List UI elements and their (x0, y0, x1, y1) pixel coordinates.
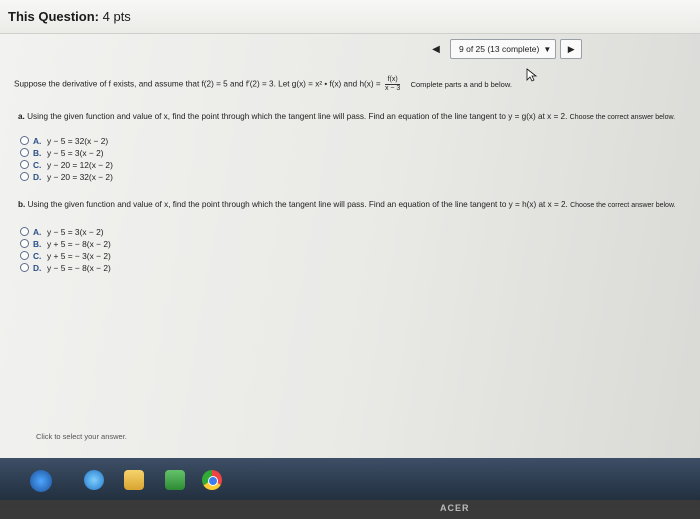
part-a-choice-a[interactable]: A. y − 5 = 32(x − 2) (20, 135, 113, 146)
previous-question-icon[interactable]: ◀ (428, 41, 444, 57)
screen: This Question: 4 pts ◀ 9 of 25 (13 compl… (0, 0, 700, 458)
question-stem: Suppose the derivative of f exists, and … (14, 76, 512, 92)
part-a-choice-c[interactable]: C. y − 20 = 12(x − 2) (20, 159, 113, 170)
radio-button[interactable] (20, 251, 29, 260)
part-a-prompt: a. Using the given function and value of… (18, 112, 676, 121)
part-b-choice-b[interactable]: B. y + 5 = − 8(x − 2) (20, 238, 111, 249)
monitor-brand-logo: ACER (440, 503, 470, 513)
question-progress-text: 9 of 25 (13 complete) (459, 44, 540, 54)
windows-start-icon[interactable] (30, 470, 52, 492)
next-question-button[interactable]: ▶ (560, 39, 583, 59)
taskbar (0, 458, 700, 500)
question-navigator: ◀ 9 of 25 (13 complete) ▼ ▶ (428, 38, 583, 60)
question-progress-dropdown[interactable]: 9 of 25 (13 complete) ▼ (450, 39, 557, 59)
chrome-icon[interactable] (202, 470, 222, 490)
media-player-icon[interactable] (165, 470, 185, 490)
part-a-choice-b[interactable]: B. y − 5 = 3(x − 2) (20, 147, 113, 158)
footer-instruction: Click to select your answer. (36, 432, 127, 441)
part-b-choices: A. y − 5 = 3(x − 2) B. y + 5 = − 8(x − 2… (20, 226, 111, 274)
radio-button[interactable] (20, 239, 29, 248)
folder-icon[interactable] (124, 470, 144, 490)
part-b-choice-d[interactable]: D. y − 5 = − 8(x − 2) (20, 262, 111, 273)
radio-button[interactable] (20, 148, 29, 157)
next-arrow-icon: ▶ (567, 43, 575, 54)
part-b-prompt: b. Using the given function and value of… (18, 200, 676, 209)
question-title: This Question: 4 pts (8, 9, 131, 24)
radio-button[interactable] (20, 136, 29, 145)
radio-button[interactable] (20, 263, 29, 272)
h-fraction: f(x) x − 3 (384, 76, 401, 92)
part-b-choice-a[interactable]: A. y − 5 = 3(x − 2) (20, 226, 111, 237)
part-b-choice-c[interactable]: C. y + 5 = − 3(x − 2) (20, 250, 111, 261)
part-a-choices: A. y − 5 = 32(x − 2) B. y − 5 = 3(x − 2)… (20, 135, 113, 183)
radio-button[interactable] (20, 227, 29, 236)
dropdown-caret-icon: ▼ (543, 44, 552, 54)
internet-explorer-icon[interactable] (84, 470, 104, 490)
radio-button[interactable] (20, 160, 29, 169)
question-header: This Question: 4 pts (0, 0, 700, 34)
radio-button[interactable] (20, 172, 29, 181)
part-a-choice-d[interactable]: D. y − 20 = 32(x − 2) (20, 171, 113, 182)
question-points: 4 pts (102, 9, 131, 24)
